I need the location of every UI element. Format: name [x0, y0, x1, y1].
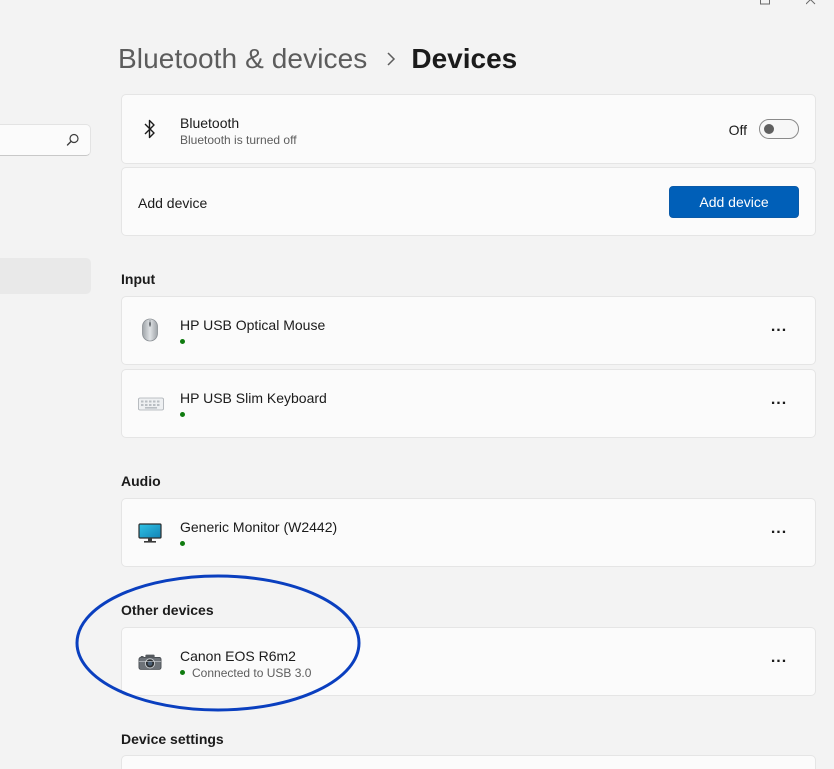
chevron-right-icon [387, 52, 396, 66]
section-audio: Audio [121, 473, 161, 489]
device-card-keyboard[interactable]: HP USB Slim Keyboard ... [121, 369, 816, 438]
device-card-monitor[interactable]: Generic Monitor (W2442) ... [121, 498, 816, 567]
search-input[interactable] [0, 125, 60, 155]
connected-status-dot [180, 412, 185, 418]
section-device-settings: Device settings [121, 731, 224, 747]
settings-search-box[interactable] [0, 124, 91, 156]
section-input: Input [121, 271, 156, 287]
more-icon: ... [770, 318, 788, 335]
bluetooth-title: Bluetooth [180, 115, 240, 131]
nav-item-selected[interactable] [0, 258, 91, 294]
device-name: Generic Monitor (W2442) [180, 519, 338, 535]
connected-status-dot [180, 339, 185, 345]
breadcrumb-parent-link[interactable]: Bluetooth & devices [118, 43, 367, 75]
close-icon [806, 0, 816, 5]
more-icon: ... [770, 391, 788, 408]
bluetooth-toggle-label: Off [728, 122, 747, 138]
more-options-button[interactable]: ... [763, 315, 795, 347]
mouse-icon [138, 318, 162, 342]
window-controls [742, 0, 834, 8]
maximize-button[interactable] [742, 0, 788, 8]
more-options-button[interactable]: ... [763, 517, 795, 549]
more-icon: ... [770, 649, 788, 666]
section-other-devices: Other devices [121, 602, 214, 618]
more-icon: ... [770, 520, 788, 537]
maximize-icon [760, 0, 770, 5]
keyboard-icon [138, 392, 164, 416]
breadcrumb: Bluetooth & devices Devices [118, 40, 517, 78]
bluetooth-card: Bluetooth Bluetooth is turned off Off [121, 94, 816, 164]
device-name: HP USB Slim Keyboard [180, 390, 327, 406]
device-card-camera[interactable]: Canon EOS R6m2 Connected to USB 3.0 ... [121, 627, 816, 696]
search-icon [66, 133, 79, 146]
device-card-mouse[interactable]: HP USB Optical Mouse ... [121, 296, 816, 365]
monitor-icon [138, 521, 162, 545]
device-name: HP USB Optical Mouse [180, 317, 326, 333]
close-button[interactable] [788, 0, 834, 8]
bluetooth-subtitle: Bluetooth is turned off [180, 133, 297, 147]
toggle-knob [764, 124, 774, 134]
bluetooth-toggle[interactable] [759, 119, 799, 139]
camera-icon [138, 650, 162, 674]
add-device-card: Add device Add device [121, 167, 816, 236]
bluetooth-icon [138, 117, 162, 141]
page-title: Devices [411, 43, 518, 74]
add-device-button[interactable]: Add device [669, 186, 799, 218]
device-name: Canon EOS R6m2 [180, 648, 296, 664]
device-status [180, 408, 192, 422]
device-status [180, 537, 192, 551]
connected-status-dot [180, 670, 185, 676]
more-options-button[interactable]: ... [763, 646, 795, 678]
device-status [180, 335, 192, 349]
device-settings-card[interactable] [121, 755, 816, 769]
settings-window: Bluetooth & devices Devices Bluetooth Bl… [0, 0, 834, 769]
more-options-button[interactable]: ... [763, 388, 795, 420]
add-device-label: Add device [138, 195, 208, 211]
connected-status-dot [180, 541, 185, 547]
device-status: Connected to USB 3.0 [180, 666, 311, 680]
